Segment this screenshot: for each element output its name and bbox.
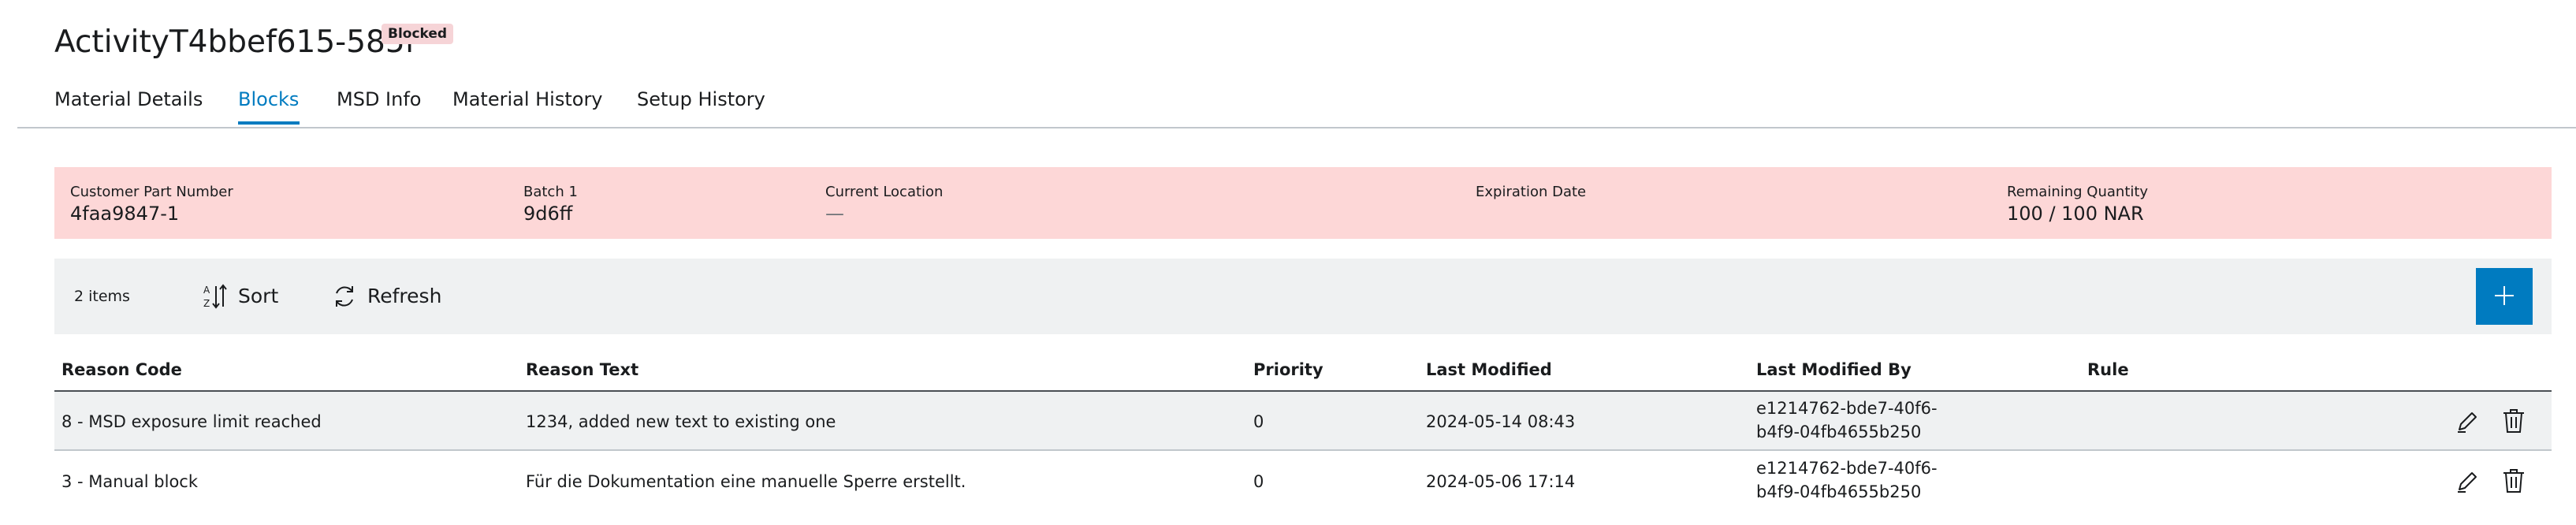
last-modified-by-cell: e1214762-bde7-40f6-b4f9-04fb4655b250 — [1756, 399, 1938, 441]
sort-label: Sort — [238, 285, 279, 307]
column-header-rule[interactable]: Rule — [2087, 359, 2129, 381]
status-badge: Blocked — [382, 24, 454, 44]
svg-text:Z: Z — [203, 298, 210, 309]
column-header-reason-text[interactable]: Reason Text — [526, 359, 638, 381]
remaining-quantity-label: Remaining Quantity — [2007, 184, 2149, 200]
tab-blocks[interactable]: Blocks — [238, 87, 299, 112]
delete-icon[interactable] — [2502, 408, 2526, 438]
current-location-label: Current Location — [825, 184, 944, 200]
reason-code-cell: 8 - MSD exposure limit reached — [61, 412, 322, 431]
table-row[interactable] — [54, 392, 2552, 451]
batch-label: Batch 1 — [523, 184, 578, 200]
tab-material-history[interactable]: Material History — [452, 87, 603, 112]
refresh-icon — [331, 283, 358, 310]
current-location-value: — — [825, 203, 844, 225]
refresh-label: Refresh — [367, 285, 442, 307]
delete-icon[interactable] — [2502, 467, 2526, 497]
add-block-button[interactable] — [2476, 268, 2533, 325]
last-modified-cell: 2024-05-14 08:43 — [1426, 412, 1576, 431]
remaining-quantity-value: 100 / 100 NAR — [2007, 203, 2144, 225]
expiration-date-label: Expiration Date — [1476, 184, 1587, 200]
tab-material-details[interactable]: Material Details — [54, 87, 203, 112]
active-tab-indicator — [238, 121, 300, 125]
sort-icon: A Z — [202, 283, 229, 310]
tab-msd-info[interactable]: MSD Info — [337, 87, 421, 112]
item-count: 2 items — [74, 288, 130, 305]
column-header-last-modified[interactable]: Last Modified — [1426, 359, 1552, 381]
last-modified-by-cell: e1214762-bde7-40f6-b4f9-04fb4655b250 — [1756, 459, 1938, 501]
tab-setup-history[interactable]: Setup History — [637, 87, 765, 112]
edit-icon[interactable] — [2455, 409, 2480, 438]
customer-part-number-value: 4faa9847-1 — [70, 203, 180, 225]
reason-text-cell: Für die Dokumentation eine manuelle Sper… — [526, 472, 966, 491]
edit-icon[interactable] — [2455, 469, 2480, 497]
material-info-strip — [54, 167, 2552, 239]
column-header-reason-code[interactable]: Reason Code — [61, 359, 182, 381]
refresh-button[interactable]: Refresh — [331, 277, 441, 315]
priority-cell: 0 — [1253, 472, 1264, 491]
column-header-last-modified-by[interactable]: Last Modified By — [1756, 359, 1912, 381]
priority-cell: 0 — [1253, 412, 1264, 431]
reason-text-cell: 1234, added new text to existing one — [526, 412, 836, 431]
column-header-priority[interactable]: Priority — [1253, 359, 1323, 381]
sort-button[interactable]: A Z Sort — [202, 277, 278, 315]
customer-part-number-label: Customer Part Number — [70, 184, 233, 200]
svg-text:A: A — [203, 285, 210, 296]
last-modified-cell: 2024-05-06 17:14 — [1426, 472, 1576, 491]
page-title: ActivityT4bbef615-585f — [54, 24, 416, 60]
table-row[interactable] — [54, 452, 2552, 511]
reason-code-cell: 3 - Manual block — [61, 472, 198, 491]
tabs-divider — [17, 127, 2576, 128]
batch-value: 9d6ff — [523, 203, 573, 225]
plus-icon — [2493, 285, 2515, 309]
